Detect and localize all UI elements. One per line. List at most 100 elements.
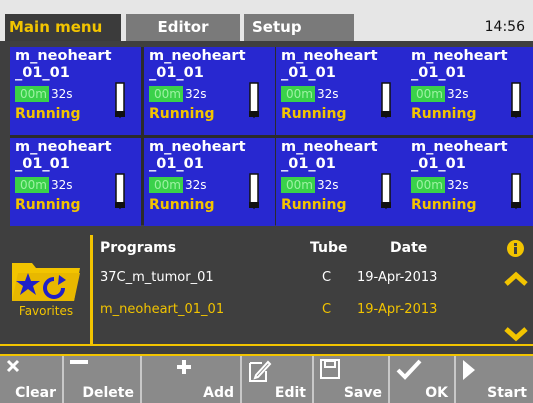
- folder-star-icon: [12, 263, 80, 301]
- clear-icon: [6, 359, 20, 373]
- clear-button[interactable]: Clear: [0, 356, 64, 403]
- instrument-cell[interactable]: m_neoheart _01_01 00m 32s Running: [10, 47, 141, 135]
- clock: 14:56: [484, 19, 525, 35]
- timer: 00m 32s: [15, 86, 73, 102]
- timer-minutes: 00m: [411, 177, 445, 193]
- instrument-cell[interactable]: m_neoheart _01_01 00m 32s Running: [276, 138, 407, 226]
- edit-label: Edit: [274, 385, 306, 401]
- program-name-line2: _01_01: [281, 156, 336, 172]
- program-name-line1: m_neoheart: [411, 48, 508, 64]
- add-button[interactable]: Add: [170, 356, 242, 403]
- edit-button[interactable]: Edit: [242, 356, 314, 403]
- program-name-line2: _01_01: [411, 65, 466, 81]
- timer-seconds: 32s: [317, 178, 339, 192]
- program-name-line2: _01_01: [149, 156, 204, 172]
- program-name-line1: m_neoheart: [411, 139, 508, 155]
- header-date: Date: [390, 240, 428, 256]
- program-panel: Favorites Programs Tube Date 37C_m_tumor…: [0, 231, 533, 349]
- instrument-cell[interactable]: m_neoheart _01_01 00m 32s Running: [144, 138, 275, 226]
- header-tube: Tube: [310, 240, 348, 256]
- program-date: 19-Apr-2013: [357, 270, 438, 285]
- tab-setup[interactable]: Setup: [244, 14, 354, 41]
- start-button[interactable]: Start: [456, 356, 533, 403]
- tube-icon: [249, 82, 259, 119]
- program-name: 37C_m_tumor_01: [100, 270, 214, 285]
- tube-icon: [115, 173, 125, 210]
- program-list-header: Programs Tube Date: [100, 240, 500, 258]
- timer: 00m 32s: [15, 177, 73, 193]
- timer-seconds: 32s: [185, 178, 207, 192]
- timer: 00m 32s: [149, 177, 207, 193]
- status-label: Running: [411, 106, 477, 122]
- status-label: Running: [15, 106, 81, 122]
- timer: 00m 32s: [281, 86, 339, 102]
- instrument-cell[interactable]: m_neoheart _01_01 00m 32s Running: [276, 47, 407, 135]
- delete-button[interactable]: Delete: [64, 356, 142, 403]
- timer: 00m 32s: [281, 177, 339, 193]
- program-name-line1: m_neoheart: [149, 139, 246, 155]
- program-name-line2: _01_01: [15, 65, 70, 81]
- instrument-cell[interactable]: m_neoheart _01_01 00m 32s Running: [406, 138, 533, 226]
- program-name-line2: _01_01: [15, 156, 70, 172]
- tube-icon: [511, 82, 521, 119]
- tab-main-menu[interactable]: Main menu: [5, 14, 121, 41]
- info-icon[interactable]: [507, 240, 524, 257]
- timer-seconds: 32s: [51, 178, 73, 192]
- chevron-up-icon[interactable]: [503, 271, 529, 287]
- status-label: Running: [411, 197, 477, 213]
- instrument-grid: m_neoheart _01_01 00m 32s Running m_neoheart _…: [10, 47, 533, 226]
- program-name-line1: m_neoheart: [149, 48, 246, 64]
- program-name-line1: m_neoheart: [281, 48, 378, 64]
- list-separator: [90, 235, 93, 345]
- status-label: Running: [149, 106, 215, 122]
- ok-label: OK: [425, 385, 448, 401]
- favorites-button[interactable]: Favorites: [6, 257, 86, 325]
- top-tab-bar: Main menu Editor Setup 14:56: [0, 0, 533, 41]
- status-label: Running: [281, 197, 347, 213]
- ok-button[interactable]: OK: [390, 356, 456, 403]
- add-label: Add: [203, 385, 234, 401]
- program-name: m_neoheart_01_01: [100, 302, 225, 317]
- plus-icon: [177, 360, 191, 374]
- timer: 00m 32s: [411, 86, 469, 102]
- edit-icon: [249, 360, 272, 382]
- status-label: Running: [281, 106, 347, 122]
- start-label: Start: [487, 385, 527, 401]
- favorites-label: Favorites: [18, 304, 74, 318]
- tab-editor[interactable]: Editor: [126, 14, 240, 41]
- program-tube: C: [322, 270, 332, 285]
- program-name-line1: m_neoheart: [15, 48, 112, 64]
- timer-seconds: 32s: [317, 87, 339, 101]
- timer-minutes: 00m: [281, 86, 315, 102]
- program-date: 19-Apr-2013: [357, 302, 438, 317]
- clear-label: Clear: [15, 385, 56, 401]
- program-name-line1: m_neoheart: [281, 139, 378, 155]
- panel-divider: [0, 344, 533, 346]
- minus-icon: [70, 360, 88, 364]
- save-button[interactable]: Save: [314, 356, 390, 403]
- instrument-cell[interactable]: m_neoheart _01_01 00m 32s Running: [10, 138, 141, 226]
- timer-seconds: 32s: [185, 87, 207, 101]
- program-row-selected[interactable]: m_neoheart_01_01 C 19-Apr-2013: [100, 302, 500, 320]
- timer-minutes: 00m: [15, 86, 49, 102]
- tube-icon: [115, 82, 125, 119]
- timer: 00m 32s: [149, 86, 207, 102]
- timer-minutes: 00m: [149, 86, 183, 102]
- timer-minutes: 00m: [411, 86, 445, 102]
- timer-seconds: 32s: [51, 87, 73, 101]
- play-icon: [463, 360, 475, 380]
- timer: 00m 32s: [411, 177, 469, 193]
- save-label: Save: [343, 385, 382, 401]
- bottom-toolbar: Clear Delete Add Edit Save OK Start: [0, 354, 533, 403]
- header-programs: Programs: [100, 240, 177, 256]
- timer-minutes: 00m: [281, 177, 315, 193]
- instrument-cell[interactable]: m_neoheart _01_01 00m 32s Running: [144, 47, 275, 135]
- floppy-disk-icon: [320, 359, 340, 379]
- instrument-cell[interactable]: m_neoheart _01_01 00m 32s Running: [406, 47, 533, 135]
- program-row[interactable]: 37C_m_tumor_01 C 19-Apr-2013: [100, 270, 500, 288]
- timer-minutes: 00m: [149, 177, 183, 193]
- chevron-down-icon[interactable]: [503, 326, 529, 342]
- timer-seconds: 32s: [447, 178, 469, 192]
- status-label: Running: [149, 197, 215, 213]
- tube-icon: [511, 173, 521, 210]
